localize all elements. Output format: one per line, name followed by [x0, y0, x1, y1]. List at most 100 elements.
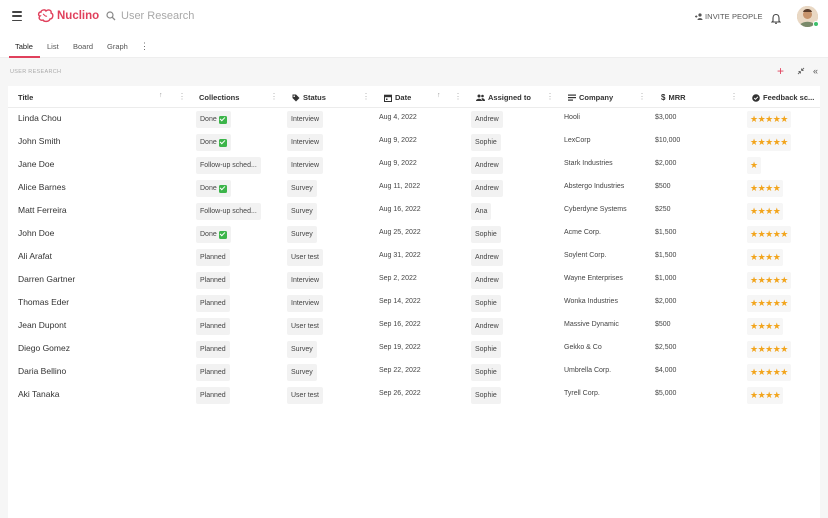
collection-tag[interactable]: Done	[196, 111, 231, 128]
table-row[interactable]: Jane Doe Follow-up sched... Interview Aug 9…	[8, 155, 820, 178]
column-menu-icon[interactable]: ⋮	[454, 92, 462, 101]
row-title[interactable]: Ali Arafat	[18, 251, 52, 261]
double-chevron-left-icon[interactable]: «	[813, 66, 818, 76]
date-cell[interactable]: Aug 31, 2022	[379, 252, 421, 259]
column-menu-icon[interactable]: ⋮	[730, 92, 738, 101]
table-row[interactable]: Ali Arafat Planned User test Aug 31, 2022 An…	[8, 247, 820, 270]
table-row[interactable]: Matt Ferreira Follow-up sched... Survey Aug…	[8, 201, 820, 224]
date-cell[interactable]: Sep 19, 2022	[379, 344, 421, 351]
mrr-cell[interactable]: $4,000	[655, 367, 676, 374]
table-row[interactable]: Linda Chou Done Interview Aug 4, 2022 Andrew…	[8, 109, 820, 132]
table-row[interactable]: John Doe Done Survey Aug 25, 2022 Sophie Acme…	[8, 224, 820, 247]
assignee-tag[interactable]: Andrew	[471, 180, 503, 197]
more-options-icon[interactable]: ⋮	[140, 41, 149, 52]
collection-tag[interactable]: Planned	[196, 295, 230, 312]
assignee-tag[interactable]: Andrew	[471, 157, 503, 174]
assignee-tag[interactable]: Andrew	[471, 318, 503, 335]
company-cell[interactable]: Stark Industries	[564, 160, 613, 167]
collection-tag[interactable]: Planned	[196, 387, 230, 404]
feedback-rating[interactable]: ★★★★★	[747, 111, 791, 128]
date-cell[interactable]: Aug 25, 2022	[379, 229, 421, 236]
date-cell[interactable]: Aug 16, 2022	[379, 206, 421, 213]
row-title[interactable]: Jean Dupont	[18, 320, 66, 330]
company-cell[interactable]: Abstergo Industries	[564, 183, 624, 190]
search-field[interactable]: User Research	[106, 10, 194, 22]
date-cell[interactable]: Aug 9, 2022	[379, 160, 417, 167]
status-tag[interactable]: Interview	[287, 111, 324, 128]
column-menu-icon[interactable]: ⋮	[638, 92, 646, 101]
column-menu-icon[interactable]: ⋮	[178, 92, 186, 101]
mrr-cell[interactable]: $1,000	[655, 275, 676, 282]
date-cell[interactable]: Sep 16, 2022	[379, 321, 421, 328]
mrr-cell[interactable]: $2,000	[655, 298, 676, 305]
status-tag[interactable]: Survey	[287, 226, 317, 243]
assignee-tag[interactable]: Sophie	[471, 341, 501, 358]
date-cell[interactable]: Sep 26, 2022	[379, 390, 421, 397]
assignee-tag[interactable]: Sophie	[471, 226, 501, 243]
mrr-cell[interactable]: $5,000	[655, 390, 676, 397]
company-cell[interactable]: Wayne Enterprises	[564, 275, 623, 282]
column-header-date[interactable]: Date	[384, 93, 411, 102]
company-cell[interactable]: Soylent Corp.	[564, 252, 606, 259]
invite-people-button[interactable]: INVITE PEOPLE	[695, 12, 763, 21]
assignee-tag[interactable]: Sophie	[471, 387, 501, 404]
sort-arrow-icon[interactable]: ↑	[437, 92, 441, 99]
feedback-rating[interactable]: ★	[747, 157, 761, 174]
feedback-rating[interactable]: ★★★★★	[747, 272, 791, 289]
tab-board[interactable]: Board	[73, 42, 93, 51]
collection-tag[interactable]: Follow-up sched...	[196, 203, 261, 220]
feedback-rating[interactable]: ★★★★	[747, 203, 784, 220]
column-header-collections[interactable]: Collections	[199, 93, 239, 102]
feedback-rating[interactable]: ★★★★	[747, 318, 784, 335]
notifications-bell-icon[interactable]	[770, 11, 782, 29]
collection-tag[interactable]: Planned	[196, 249, 230, 266]
company-cell[interactable]: Acme Corp.	[564, 229, 601, 236]
mrr-cell[interactable]: $250	[655, 206, 671, 213]
row-title[interactable]: Alice Barnes	[18, 182, 66, 192]
table-row[interactable]: Aki Tanaka Planned User test Sep 26, 2022 So…	[8, 385, 820, 408]
status-tag[interactable]: Survey	[287, 341, 317, 358]
assignee-tag[interactable]: Andrew	[471, 111, 503, 128]
column-menu-icon[interactable]: ⋮	[362, 92, 370, 101]
company-cell[interactable]: Wonka Industries	[564, 298, 618, 305]
feedback-rating[interactable]: ★★★★★	[747, 341, 791, 358]
row-title[interactable]: Jane Doe	[18, 159, 54, 169]
sort-arrow-icon[interactable]: ↑	[159, 92, 163, 99]
assignee-tag[interactable]: Ana	[471, 203, 492, 220]
feedback-rating[interactable]: ★★★★	[747, 387, 784, 404]
date-cell[interactable]: Aug 9, 2022	[379, 137, 417, 144]
collection-tag[interactable]: Done	[196, 180, 231, 197]
company-cell[interactable]: Massive Dynamic	[564, 321, 619, 328]
column-menu-icon[interactable]: ⋮	[270, 92, 278, 101]
status-tag[interactable]: Interview	[287, 157, 324, 174]
feedback-rating[interactable]: ★★★★★	[747, 295, 791, 312]
tab-graph[interactable]: Graph	[107, 42, 128, 51]
row-title[interactable]: Diego Gomez	[18, 343, 70, 353]
mrr-cell[interactable]: $1,500	[655, 229, 676, 236]
collection-tag[interactable]: Follow-up sched...	[196, 157, 261, 174]
collection-tag[interactable]: Done	[196, 226, 231, 243]
row-title[interactable]: John Smith	[18, 136, 61, 146]
mrr-cell[interactable]: $1,500	[655, 252, 676, 259]
assignee-tag[interactable]: Sophie	[471, 295, 501, 312]
collection-tag[interactable]: Planned	[196, 272, 230, 289]
assignee-tag[interactable]: Andrew	[471, 272, 503, 289]
row-title[interactable]: John Doe	[18, 228, 54, 238]
date-cell[interactable]: Aug 4, 2022	[379, 114, 417, 121]
company-cell[interactable]: Hooli	[564, 114, 580, 121]
table-row[interactable]: Diego Gomez Planned Survey Sep 19, 2022 Soph…	[8, 339, 820, 362]
table-row[interactable]: Thomas Eder Planned Interview Sep 14, 2022 S…	[8, 293, 820, 316]
feedback-rating[interactable]: ★★★★★	[747, 134, 791, 151]
status-tag[interactable]: Survey	[287, 203, 317, 220]
table-row[interactable]: Jean Dupont Planned User test Sep 16, 2022 A…	[8, 316, 820, 339]
status-tag[interactable]: Survey	[287, 364, 317, 381]
feedback-rating[interactable]: ★★★★	[747, 249, 784, 266]
column-header-company[interactable]: Company	[568, 93, 613, 102]
row-title[interactable]: Thomas Eder	[18, 297, 69, 307]
status-tag[interactable]: User test	[287, 387, 324, 404]
row-title[interactable]: Daria Bellino	[18, 366, 66, 376]
row-title[interactable]: Matt Ferreira	[18, 205, 67, 215]
column-menu-icon[interactable]: ⋮	[546, 92, 554, 101]
status-tag[interactable]: Survey	[287, 180, 317, 197]
assignee-tag[interactable]: Sophie	[471, 134, 501, 151]
